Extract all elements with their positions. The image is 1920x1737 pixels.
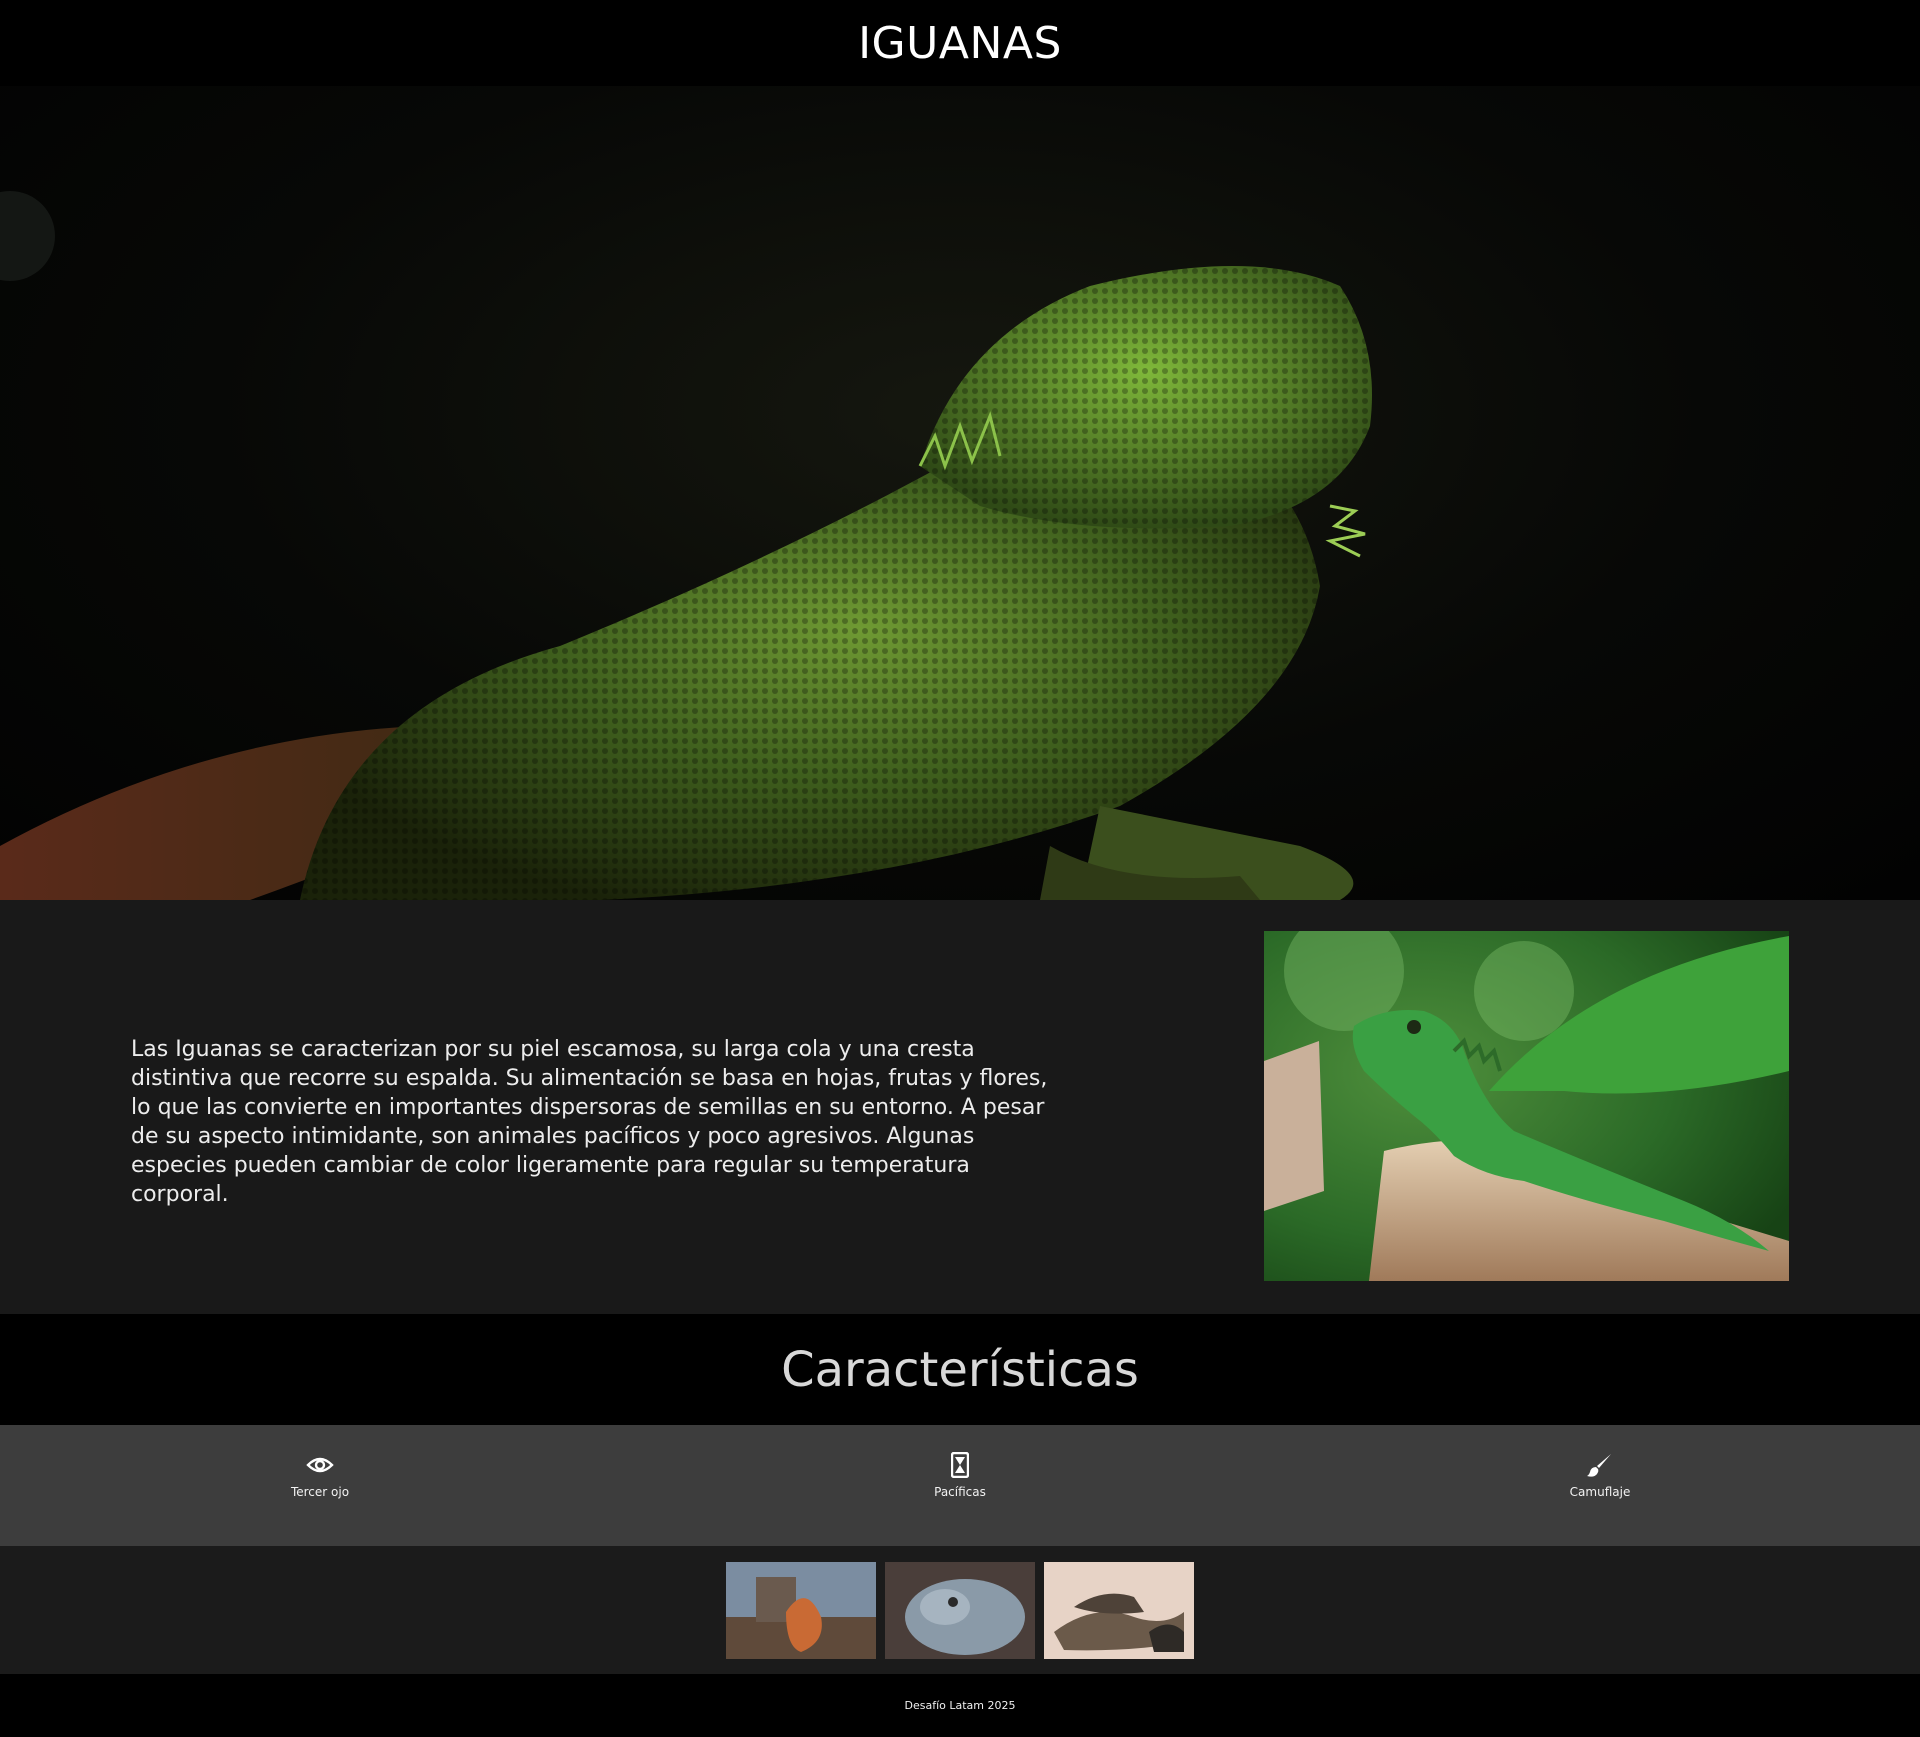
gallery-image-1[interactable] [726, 1561, 876, 1659]
feature-camuflaje: Camuflaje [1280, 1425, 1920, 1546]
feature-label: Camuflaje [1569, 1485, 1631, 1499]
hourglass-icon [946, 1451, 974, 1479]
feature-pacificas: Pacíficas [640, 1425, 1280, 1546]
gallery-image-2[interactable] [885, 1561, 1035, 1659]
intro-section: Las Iguanas se caracterizan por su piel … [0, 900, 1920, 1314]
hero-image [0, 86, 1920, 900]
paintbrush-icon [1586, 1451, 1614, 1479]
page-title: IGUANAS [858, 17, 1062, 69]
features-heading: Características [781, 1341, 1139, 1398]
footer-text: Desafío Latam 2025 [904, 1699, 1016, 1712]
site-footer: Desafío Latam 2025 [0, 1674, 1920, 1737]
feature-tercer-ojo: Tercer ojo [0, 1425, 640, 1546]
eye-icon [306, 1451, 334, 1479]
gallery [0, 1546, 1920, 1674]
features-heading-section: Características [0, 1314, 1920, 1425]
bearded-dragon-photo [0, 191, 1372, 900]
intro-paragraph: Las Iguanas se caracterizan por su piel … [131, 1037, 1048, 1207]
feature-label: Pacíficas [934, 1485, 986, 1499]
feature-label: Tercer ojo [290, 1485, 350, 1499]
gallery-image-3[interactable] [1044, 1561, 1194, 1659]
green-iguana-photo [1264, 931, 1789, 1281]
features-bar: Tercer ojo Pacíficas Camuflaje [0, 1425, 1920, 1546]
site-header: IGUANAS [0, 0, 1920, 86]
